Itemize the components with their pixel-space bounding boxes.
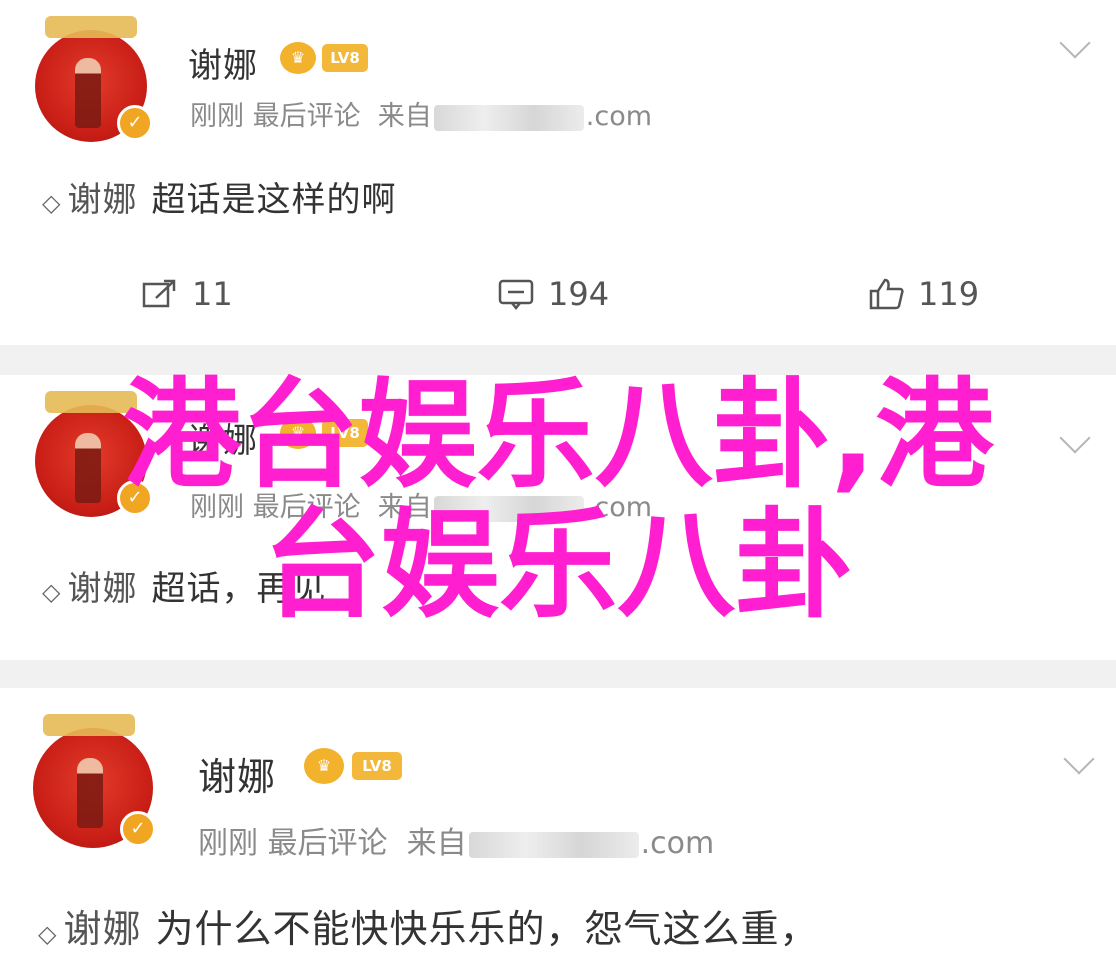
supertopic-icon: ◇ (42, 189, 62, 217)
post-card-1: ✓ 谢娜 ♛ LV8 刚刚 最后评论 来自 .com ◇ 谢娜 超话是这样的啊 11 … (0, 0, 1116, 345)
chevron-down-icon[interactable] (1063, 743, 1095, 775)
comment-button[interactable]: 194 (498, 275, 609, 313)
vip-crown-icon: ♛ (280, 42, 316, 74)
blurred-source (468, 831, 639, 858)
blurred-source (433, 104, 584, 131)
supertopic-icon: ◇ (38, 920, 58, 948)
overlay-title-line-2: 台娱乐八卦 (262, 496, 853, 634)
verified-icon: ✓ (117, 105, 153, 141)
post-meta: 刚刚 最后评论 来自 .com (190, 101, 653, 132)
verified-icon: ✓ (120, 811, 156, 847)
level-badge: LV8 (322, 44, 368, 72)
thumbs-up-icon (869, 278, 904, 310)
post-content: ◇ 谢娜 超话是这样的啊 (42, 180, 397, 220)
post-divider (0, 660, 1116, 688)
like-button[interactable]: 119 (868, 275, 979, 313)
supertopic-link[interactable]: 谢娜 (63, 907, 141, 951)
supertopic-link[interactable]: 谢娜 (67, 180, 137, 220)
level-badge: LV8 (352, 752, 402, 780)
overlay-title-line-1: 港台娱乐八卦,港 (122, 366, 994, 504)
repost-button[interactable]: 11 (142, 275, 233, 313)
post-content: ◇ 谢娜 为什么不能快快乐乐的，怨气这么重， (38, 907, 819, 951)
comment-icon (498, 279, 534, 310)
vip-crown-icon: ♛ (304, 748, 344, 784)
post-meta: 刚刚 最后评论 来自 .com (198, 826, 715, 861)
post-card-3: ✓ 谢娜 ♛ LV8 刚刚 最后评论 来自 .com ◇ 谢娜 为什么不能快快乐乐的，… (0, 688, 1116, 966)
repost-icon (142, 279, 176, 308)
chevron-down-icon[interactable] (1059, 27, 1091, 59)
author-name[interactable]: 谢娜 (188, 38, 258, 87)
author-name[interactable]: 谢娜 (198, 746, 276, 801)
